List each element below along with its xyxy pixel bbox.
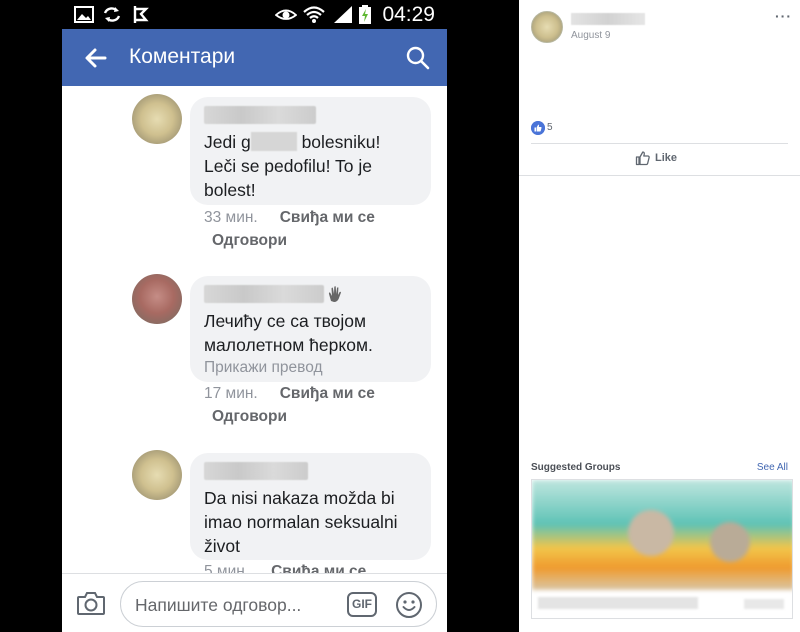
like-button[interactable]: Свиђа ми се [280,385,375,402]
group-cover-image [532,480,792,590]
post-panel: August 9 ··· 5 Like Suggested Groups See… [519,0,800,632]
censored-word [250,132,297,151]
back-arrow-icon[interactable] [84,46,108,70]
screenshot-composite: 04:29 Коментари Jedi g bolesniku! Leči s… [0,0,800,632]
status-bar: 04:29 [62,0,447,29]
see-translation-link[interactable]: Прикажи превод [204,359,417,377]
notification-icon [133,6,149,23]
suggested-group-card[interactable] [531,479,793,619]
like-reaction-icon [531,121,545,135]
group-cover-figure [628,510,674,556]
comment-meta: 5 мин. Свиђа ми се [204,563,366,573]
poster-name-redacted[interactable] [571,13,645,25]
comment-time: 17 мин. [204,385,258,402]
more-options-button[interactable]: ··· [775,8,792,24]
status-clock: 04:29 [382,3,435,26]
reply-input[interactable]: Напишите одговор... GIF [120,581,437,627]
avatar[interactable] [531,11,563,43]
page-title: Коментари [129,45,236,68]
reaction-count: 5 [547,122,553,133]
commenter-name-row [204,285,417,303]
comment-meta: 33 мин. Свиђа ми се [204,209,375,227]
like-button[interactable]: Свиђа ми се [271,563,366,573]
post-date[interactable]: August 9 [571,30,610,41]
post-card: August 9 ··· 5 Like [519,0,800,176]
group-cover-figure [710,522,750,562]
reply-input-placeholder: Напишите одговор... [135,595,302,615]
comments-list: Jedi g bolesniku! Leči se pedofilu! To j… [62,86,447,573]
comment-text: Jedi g bolesniku! Leči se pedofilu! To j… [204,132,381,200]
comment-time: 5 мин. [204,563,250,573]
comment-text: Лечићу се са твојом малолетном ћерком. [204,311,373,355]
comment-meta: 17 мин. Свиђа ми се [204,385,375,403]
reply-button[interactable]: Одговори [212,232,287,250]
comment-time: 33 мин. [204,209,258,226]
avatar[interactable] [132,450,182,500]
battery-charging-icon [359,5,371,24]
wave-hand-icon [328,286,341,302]
comment-bubble[interactable]: Jedi g bolesniku! Leči se pedofilu! To j… [190,97,431,205]
like-button[interactable]: Свиђа ми се [280,209,375,226]
camera-icon[interactable] [76,590,106,616]
search-icon[interactable] [405,45,431,71]
like-label: Like [655,152,678,164]
wifi-icon [303,6,325,23]
gif-button[interactable]: GIF [347,592,377,617]
commenter-name-redacted[interactable] [204,285,324,303]
join-button-redacted[interactable] [744,599,784,609]
sync-icon [103,7,121,22]
suggested-groups-title: Suggested Groups [531,462,621,473]
comment-bubble[interactable]: Лечићу се са твојом малолетном ћерком. П… [190,276,431,382]
divider [531,143,788,144]
comment-text: Da nisi nakaza možda bi imao normalan se… [204,488,398,556]
group-name-redacted [538,597,698,609]
eye-icon [275,9,297,20]
see-all-link[interactable]: See All [757,462,788,473]
comment-bubble[interactable]: Da nisi nakaza možda bi imao normalan se… [190,453,431,560]
reply-button[interactable]: Одговори [212,408,287,426]
app-bar: Коментари [62,29,447,86]
reply-composer: Напишите одговор... GIF [62,573,447,632]
avatar[interactable] [132,94,182,144]
commenter-name-redacted[interactable] [204,106,316,124]
commenter-name-redacted[interactable] [204,462,308,480]
emoji-icon[interactable] [395,591,423,619]
phone-screen: 04:29 Коментари Jedi g bolesniku! Leči s… [62,0,447,632]
avatar[interactable] [132,274,182,324]
gallery-icon [74,6,94,23]
thumbs-up-icon [635,151,650,166]
signal-icon [334,6,352,23]
